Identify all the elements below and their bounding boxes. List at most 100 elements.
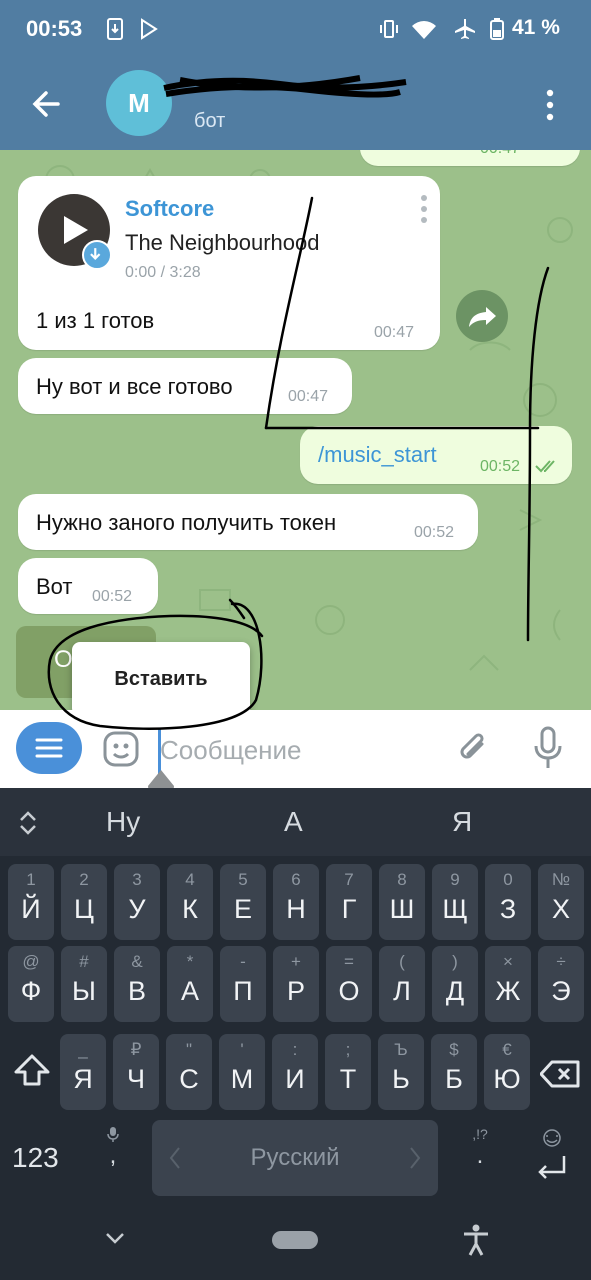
letter-key[interactable]: & В: [114, 946, 160, 1022]
space-key[interactable]: Русский: [152, 1120, 438, 1196]
incoming-message[interactable]: Вот 00:52: [18, 558, 158, 614]
bot-menu-button[interactable]: [16, 722, 82, 774]
key-hint: №: [551, 870, 571, 889]
letter-key[interactable]: (Л: [379, 946, 425, 1022]
key-letter: Р: [286, 976, 305, 1006]
incoming-message[interactable]: Ну вот и все готово 00:47: [18, 358, 352, 414]
letter-key[interactable]: 7Г: [326, 864, 372, 940]
expand-toggle-icon[interactable]: [18, 810, 38, 836]
mic-hint-icon: [107, 1127, 119, 1142]
back-arrow-icon[interactable]: [28, 86, 64, 122]
more-options-icon[interactable]: [540, 88, 560, 122]
letter-key[interactable]: = О: [326, 946, 372, 1022]
letter-key[interactable]: ; Т: [325, 1034, 371, 1110]
status-time: 00:53: [26, 16, 83, 41]
message-text: Нужно заного получить токен: [36, 510, 337, 535]
play-store-notification-icon: [141, 18, 158, 40]
letter-key[interactable]: $ Б: [431, 1034, 477, 1110]
paste-context-menu: Вставить: [72, 642, 250, 710]
key-letter: Я: [73, 1064, 93, 1094]
key-letter: Т: [339, 1064, 357, 1094]
message-time: 00:52: [480, 458, 521, 475]
share-forward-icon[interactable]: [456, 290, 508, 342]
key-hint: *: [186, 952, 194, 971]
airplane-mode-icon: [455, 19, 475, 39]
chat-area[interactable]: 00:47 Softcore The Neighbourhood 0:00 / …: [0, 150, 591, 710]
letter-key[interactable]: 6Н: [273, 864, 319, 940]
letter-key[interactable]: 3У: [114, 864, 160, 940]
key-letter: Ц: [74, 894, 94, 924]
letter-key[interactable]: ) Д: [432, 946, 478, 1022]
sticker-emoji-icon[interactable]: [102, 730, 140, 768]
enter-key-icon[interactable]: [530, 1126, 574, 1186]
key-hint: Ъ: [394, 1040, 408, 1059]
letter-key[interactable]: 4К: [167, 864, 213, 940]
message-time: 00:47: [288, 388, 329, 405]
letter-key[interactable]: 9Щ: [432, 864, 478, 940]
key-hint: ;: [345, 1040, 351, 1059]
backspace-key-icon[interactable]: [540, 1060, 580, 1088]
letter-key[interactable]: " С: [166, 1034, 212, 1110]
message-input[interactable]: [160, 728, 430, 772]
letter-key[interactable]: ÷ Э: [538, 946, 584, 1022]
microphone-icon[interactable]: [532, 726, 564, 770]
battery-percent: 41 %: [512, 16, 560, 39]
vibrate-icon: [380, 20, 398, 38]
chat-status: бот: [194, 110, 226, 132]
letter-key[interactable]: 8Ш: [379, 864, 425, 940]
audio-duration: 0:00 / 3:28: [125, 264, 201, 281]
key-letter: И: [285, 1064, 305, 1094]
audio-menu-icon[interactable]: [420, 194, 428, 224]
letter-key[interactable]: -П: [220, 946, 266, 1022]
letter-key[interactable]: № Х: [538, 864, 584, 940]
letter-key[interactable]: € Ю: [484, 1034, 530, 1110]
message-text: Ну вот и все готово: [36, 374, 233, 399]
letter-key[interactable]: # Ы: [61, 946, 107, 1022]
avatar-letter: М: [128, 87, 150, 118]
attach-paperclip-icon[interactable]: [456, 730, 492, 768]
letter-key[interactable]: 0З: [485, 864, 531, 940]
message-text[interactable]: /music_start: [318, 442, 437, 468]
telegram-screen: 00:53 41 % М бот 00:47: [0, 0, 591, 1280]
numbers-key[interactable]: 123: [12, 1142, 59, 1174]
suggestion-1[interactable]: Ну: [106, 806, 140, 838]
paste-button[interactable]: Вставить: [72, 642, 250, 710]
letter-key[interactable]: × Ж: [485, 946, 531, 1022]
accessibility-icon[interactable]: [462, 1224, 490, 1256]
letter-key[interactable]: _ Я: [60, 1034, 106, 1110]
letter-key[interactable]: 1Й: [8, 864, 54, 940]
home-gesture-pill[interactable]: [272, 1231, 318, 1249]
suggestion-2[interactable]: А: [284, 806, 303, 838]
letter-key[interactable]: 5Е: [220, 864, 266, 940]
download-icon[interactable]: [82, 240, 112, 270]
audio-title: Softcore: [125, 196, 215, 221]
letter-key[interactable]: 2Ц: [61, 864, 107, 940]
letter-key[interactable]: + Р: [273, 946, 319, 1022]
incoming-message[interactable]: Нужно заного получить токен 00:52: [18, 494, 478, 550]
letter-key[interactable]: ' М: [219, 1034, 265, 1110]
suggestion-3[interactable]: Я: [452, 806, 472, 838]
audio-message[interactable]: Softcore The Neighbourhood 0:00 / 3:28 1…: [18, 176, 440, 350]
letter-key[interactable]: @ Ф: [8, 946, 54, 1022]
period-key[interactable]: ,!? .: [466, 1126, 494, 1186]
letter-key[interactable]: :И: [272, 1034, 318, 1110]
letter-key[interactable]: * А: [167, 946, 213, 1022]
message-text: Вот: [36, 574, 73, 599]
shift-key-icon[interactable]: [12, 1052, 52, 1092]
outgoing-message[interactable]: /music_start 00:52: [300, 426, 572, 484]
status-bar: 00:53 41 %: [0, 0, 591, 60]
letter-key[interactable]: ЪЬ: [378, 1034, 424, 1110]
space-right-arrow-icon: [410, 1147, 421, 1169]
letter-key[interactable]: ₽ Ч: [113, 1034, 159, 1110]
comma-key[interactable]: ,: [100, 1126, 126, 1186]
key-hint: 3: [132, 870, 142, 889]
key-hint: ': [240, 1040, 244, 1059]
key-hint: 7: [344, 870, 354, 889]
hide-keyboard-icon[interactable]: [104, 1230, 126, 1246]
play-icon[interactable]: [64, 216, 88, 244]
key-letter: Л: [393, 976, 411, 1006]
redaction-scribble: [163, 75, 407, 98]
key-hint: ÷: [556, 952, 566, 971]
key-letter: Ж: [495, 976, 521, 1006]
outgoing-message-partial[interactable]: 00:47: [360, 150, 580, 166]
